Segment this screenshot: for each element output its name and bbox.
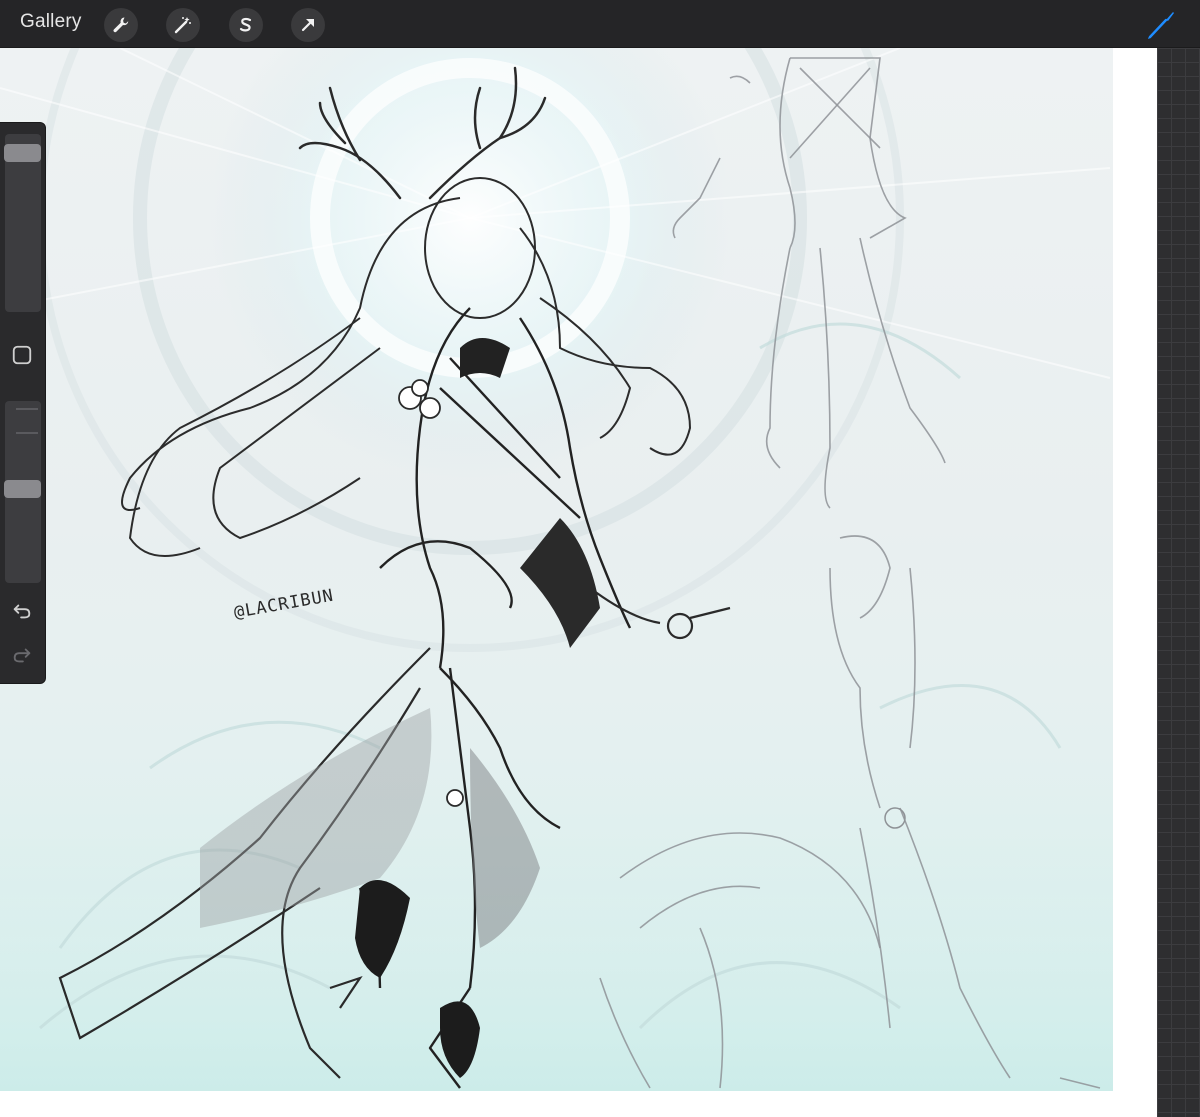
workspace-grid — [1157, 48, 1200, 1117]
brush-icon[interactable] — [1144, 8, 1178, 42]
procreate-app: Gallery @LACRIBUN — [0, 0, 1200, 1117]
top-toolbar: Gallery — [0, 0, 1200, 48]
drawing-canvas[interactable]: @LACRIBUN — [0, 48, 1113, 1091]
opacity-thumb[interactable] — [4, 479, 41, 498]
opacity-slider[interactable] — [4, 401, 41, 583]
undo-icon[interactable] — [10, 599, 34, 623]
left-sidebar — [0, 122, 46, 684]
selection-s-icon[interactable] — [229, 8, 263, 42]
adjustments-magic-wand-icon[interactable] — [166, 8, 200, 42]
brush-size-thumb[interactable] — [4, 143, 41, 162]
transform-arrow-icon[interactable] — [291, 8, 325, 42]
modify-square-icon[interactable] — [10, 343, 34, 367]
redo-icon[interactable] — [10, 643, 34, 667]
actions-wrench-icon[interactable] — [104, 8, 138, 42]
opacity-tick — [16, 432, 38, 434]
canvas-margin-right — [1113, 48, 1157, 1117]
brush-size-slider[interactable] — [4, 134, 41, 312]
canvas-margin-bottom — [0, 1091, 1157, 1117]
artwork-sketch: @LACRIBUN — [0, 48, 1113, 1091]
gallery-button[interactable]: Gallery — [20, 11, 82, 33]
opacity-tick — [16, 408, 38, 410]
